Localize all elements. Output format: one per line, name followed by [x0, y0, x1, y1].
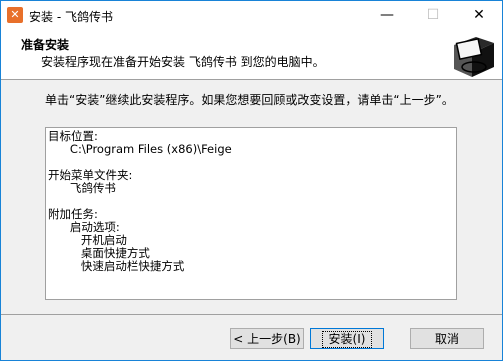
footer-divider	[1, 314, 502, 315]
app-logo-icon: ✕	[7, 7, 23, 23]
back-button[interactable]: < 上一步(B)	[230, 328, 304, 349]
memo-line	[48, 195, 456, 208]
maximize-button: ☐	[426, 7, 440, 23]
minimize-button[interactable]: —	[364, 1, 410, 31]
memo-line: C:\Program Files (x86)\Feige	[48, 142, 232, 156]
installer-window: ✕ 安装 - 飞鸽传书 — ☐ ✕ 准备安装 安装程序现在准备开始安装 飞鸽传书…	[0, 0, 503, 361]
installer-computer-icon	[444, 31, 500, 79]
window-title: 安装 - 飞鸽传书	[29, 10, 113, 24]
close-button[interactable]: ✕	[456, 1, 502, 31]
settings-summary-memo[interactable]: 目标位置: C:\Program Files (x86)\Feige 开始菜单文…	[45, 127, 457, 300]
page-subtitle: 安装程序现在准备开始安装 飞鸽传书 到您的电脑中。	[41, 55, 325, 69]
memo-line: 快速启动栏快捷方式	[48, 259, 185, 273]
wizard-header: 准备安装 安装程序现在准备开始安装 飞鸽传书 到您的电脑中。	[1, 31, 502, 80]
instruction-text: 单击“安装”继续此安装程序。如果您想要回顾或改变设置，请单击“上一步”。	[45, 93, 454, 107]
memo-line: 飞鸽传书	[48, 181, 116, 195]
title-bar[interactable]: ✕ 安装 - 飞鸽传书 — ☐ ✕	[1, 1, 502, 31]
page-title: 准备安装	[21, 38, 70, 52]
cancel-button[interactable]: 取消	[410, 328, 484, 349]
install-button[interactable]: 安装(I)	[310, 328, 384, 349]
install-button-label: 安装(I)	[321, 331, 373, 348]
